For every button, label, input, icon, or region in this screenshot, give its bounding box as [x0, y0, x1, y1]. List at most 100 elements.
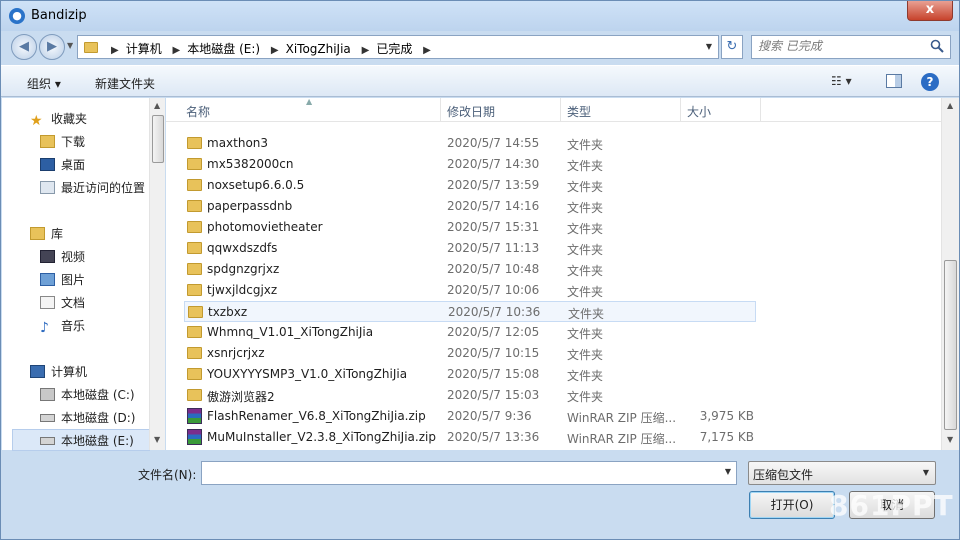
new-folder-button[interactable]: 新建文件夹 — [95, 75, 155, 92]
file-type: 文件夹 — [567, 348, 604, 362]
scroll-up-icon[interactable]: ▲ — [947, 101, 953, 110]
winrar-zip-icon — [187, 429, 202, 445]
file-name: YOUXYYYSMP3_V1.0_XiTongZhiJia — [207, 367, 408, 381]
column-divider[interactable] — [440, 98, 441, 122]
folder-row[interactable]: noxsetup6.6.0.5 2020/5/7 13:59 文件夹 — [184, 175, 756, 196]
breadcrumb-computer[interactable]: 计算机 — [126, 42, 162, 56]
folder-icon — [187, 242, 202, 254]
nav-computer[interactable]: 计算机 — [30, 363, 87, 380]
column-header-date[interactable]: 修改日期 — [447, 103, 495, 120]
folder-row[interactable]: photomovietheater 2020/5/7 15:31 文件夹 — [184, 217, 756, 238]
folder-row[interactable]: spdgnzgrjxz 2020/5/7 10:48 文件夹 — [184, 259, 756, 280]
preview-pane-icon[interactable] — [886, 74, 902, 88]
file-name: FlashRenamer_V6.8_XiTongZhiJia.zip — [207, 409, 426, 423]
desktop-icon — [40, 158, 55, 171]
breadcrumb-separator-icon[interactable]: ▶ — [423, 45, 431, 56]
column-header-size[interactable]: 大小 — [687, 103, 711, 120]
folder-row[interactable]: tjwxjldcgjxz 2020/5/7 10:06 文件夹 — [184, 280, 756, 301]
scroll-down-icon[interactable]: ▼ — [947, 435, 953, 444]
back-button[interactable]: ◀ — [11, 34, 37, 60]
folder-icon — [187, 137, 202, 149]
history-dropdown-icon[interactable]: ▼ — [67, 41, 73, 50]
folder-row[interactable]: YOUXYYYSMP3_V1.0_XiTongZhiJia 2020/5/7 15… — [184, 364, 756, 385]
folder-icon — [188, 306, 203, 318]
nav-downloads[interactable]: 下载 — [40, 133, 85, 150]
refresh-button[interactable]: ↻ — [721, 35, 743, 59]
nav-videos[interactable]: 视频 — [40, 248, 85, 265]
folder-row[interactable]: maxthon3 2020/5/7 14:55 文件夹 — [184, 133, 756, 154]
filename-input[interactable]: ▼ — [201, 461, 737, 485]
nav-pictures-label: 图片 — [61, 273, 86, 287]
nav-drive-c[interactable]: 本地磁盘 (C:) — [40, 386, 135, 403]
breadcrumb-completed[interactable]: 已完成 — [376, 42, 412, 56]
organize-menu[interactable]: 组织 ▾ — [27, 75, 61, 92]
column-divider[interactable] — [560, 98, 561, 122]
breadcrumb-separator-icon[interactable]: ▶ — [271, 45, 279, 56]
nav-music[interactable]: ♪ 音乐 — [40, 317, 85, 336]
filename-dropdown-icon[interactable]: ▼ — [725, 467, 731, 476]
folder-row[interactable]: qqwxdszdfs 2020/5/7 11:13 文件夹 — [184, 238, 756, 259]
folder-row[interactable]: txzbxz 2020/5/7 10:36 文件夹 — [184, 301, 756, 322]
breadcrumb-drive-e[interactable]: 本地磁盘 (E:) — [187, 42, 260, 56]
watermark-logo: 861PPT — [829, 489, 954, 522]
search-icon[interactable] — [930, 39, 944, 53]
file-name: xsnrjcrjxz — [207, 346, 265, 360]
breadcrumb-separator-icon[interactable]: ▶ — [362, 45, 370, 56]
filetype-select[interactable]: 压缩包文件 ▼ — [748, 461, 936, 485]
address-dropdown-icon[interactable]: ▼ — [706, 42, 712, 51]
file-type: 文件夹 — [567, 159, 604, 173]
nav-drive-d-label: 本地磁盘 (D:) — [61, 411, 136, 425]
libraries-icon — [30, 227, 45, 240]
breadcrumb-separator-icon[interactable]: ▶ — [111, 45, 119, 56]
column-divider[interactable] — [760, 98, 761, 122]
help-icon[interactable]: ? — [921, 73, 939, 91]
address-bar[interactable]: ▶ 计算机 ▶ 本地磁盘 (E:) ▶ XiTogZhiJia ▶ 已完成 ▶ ▼ — [77, 35, 719, 59]
nav-drive-d[interactable]: 本地磁盘 (D:) — [40, 409, 135, 426]
file-list-scroll-thumb[interactable] — [944, 260, 957, 430]
file-row[interactable]: MuMuInstaller_V2.3.8_XiTongZhiJia.zip 202… — [184, 427, 756, 448]
file-date: 2020/5/7 10:48 — [447, 262, 540, 276]
file-date: 2020/5/7 10:15 — [447, 346, 540, 360]
file-name: spdgnzgrjxz — [207, 262, 280, 276]
close-button[interactable]: x — [907, 1, 953, 21]
file-list-scrollbar[interactable]: ▲ ▼ — [941, 98, 959, 450]
nav-favorites[interactable]: ★ 收藏夹 — [30, 110, 87, 129]
window-title: Bandizip — [31, 8, 87, 23]
breadcrumb-xitogzhijia[interactable]: XiTogZhiJia — [286, 42, 351, 56]
column-header-type[interactable]: 类型 — [567, 103, 591, 120]
breadcrumb-separator-icon[interactable]: ▶ — [173, 45, 181, 56]
file-open-dialog: ● Bandizip x ◀ ▶ ▼ ▶ 计算机 ▶ 本地磁盘 (E:) ▶ XiTo… — [0, 0, 960, 540]
nav-drive-e[interactable]: 本地磁盘 (E:) — [40, 432, 134, 449]
forward-button[interactable]: ▶ — [39, 34, 65, 60]
column-header-name[interactable]: 名称 — [186, 103, 210, 120]
file-list: maxthon3 2020/5/7 14:55 文件夹 mx5382000cn 2020… — [166, 122, 942, 450]
command-toolbar: 组织 ▾ 新建文件夹 ☷ ▾ ? — [1, 65, 959, 97]
folder-row[interactable]: mx5382000cn 2020/5/7 14:30 文件夹 — [184, 154, 756, 175]
folder-row[interactable]: paperpassdnb 2020/5/7 14:16 文件夹 — [184, 196, 756, 217]
filetype-value: 压缩包文件 — [753, 468, 814, 482]
nav-desktop[interactable]: 桌面 — [40, 156, 85, 173]
file-list-pane: ▲ 名称 修改日期 类型 大小 maxthon3 2020/5/7 14:55 文件… — [166, 97, 959, 450]
scroll-down-icon[interactable]: ▼ — [154, 435, 160, 444]
title-bar: ● Bandizip x — [1, 1, 959, 31]
nav-pictures[interactable]: 图片 — [40, 271, 85, 288]
file-date: 2020/5/7 10:06 — [447, 283, 540, 297]
scroll-up-icon[interactable]: ▲ — [154, 101, 160, 110]
folder-row[interactable]: 傲游浏览器2 2020/5/7 15:03 文件夹 — [184, 385, 756, 406]
sort-ascending-icon: ▲ — [306, 97, 313, 106]
nav-libraries[interactable]: 库 — [30, 225, 63, 242]
file-row[interactable]: FlashRenamer_V6.8_XiTongZhiJia.zip 2020/5… — [184, 406, 756, 427]
folder-row[interactable]: Whmnq_V1.01_XiTongZhiJia 2020/5/7 12:05 文件… — [184, 322, 756, 343]
nav-scrollbar[interactable]: ▲ ▼ — [149, 98, 165, 450]
nav-scroll-thumb[interactable] — [152, 115, 164, 163]
search-input[interactable] — [758, 39, 928, 53]
change-view-icon[interactable]: ☷ ▾ — [831, 74, 852, 88]
nav-recent[interactable]: 最近访问的位置 — [40, 179, 145, 196]
open-button[interactable]: 打开(O) — [749, 491, 835, 519]
nav-documents[interactable]: 文档 — [40, 294, 85, 311]
folder-icon — [187, 284, 202, 296]
folder-row[interactable]: xsnrjcrjxz 2020/5/7 10:15 文件夹 — [184, 343, 756, 364]
folder-icon — [187, 263, 202, 275]
file-date: 2020/5/7 12:05 — [447, 325, 540, 339]
column-divider[interactable] — [680, 98, 681, 122]
